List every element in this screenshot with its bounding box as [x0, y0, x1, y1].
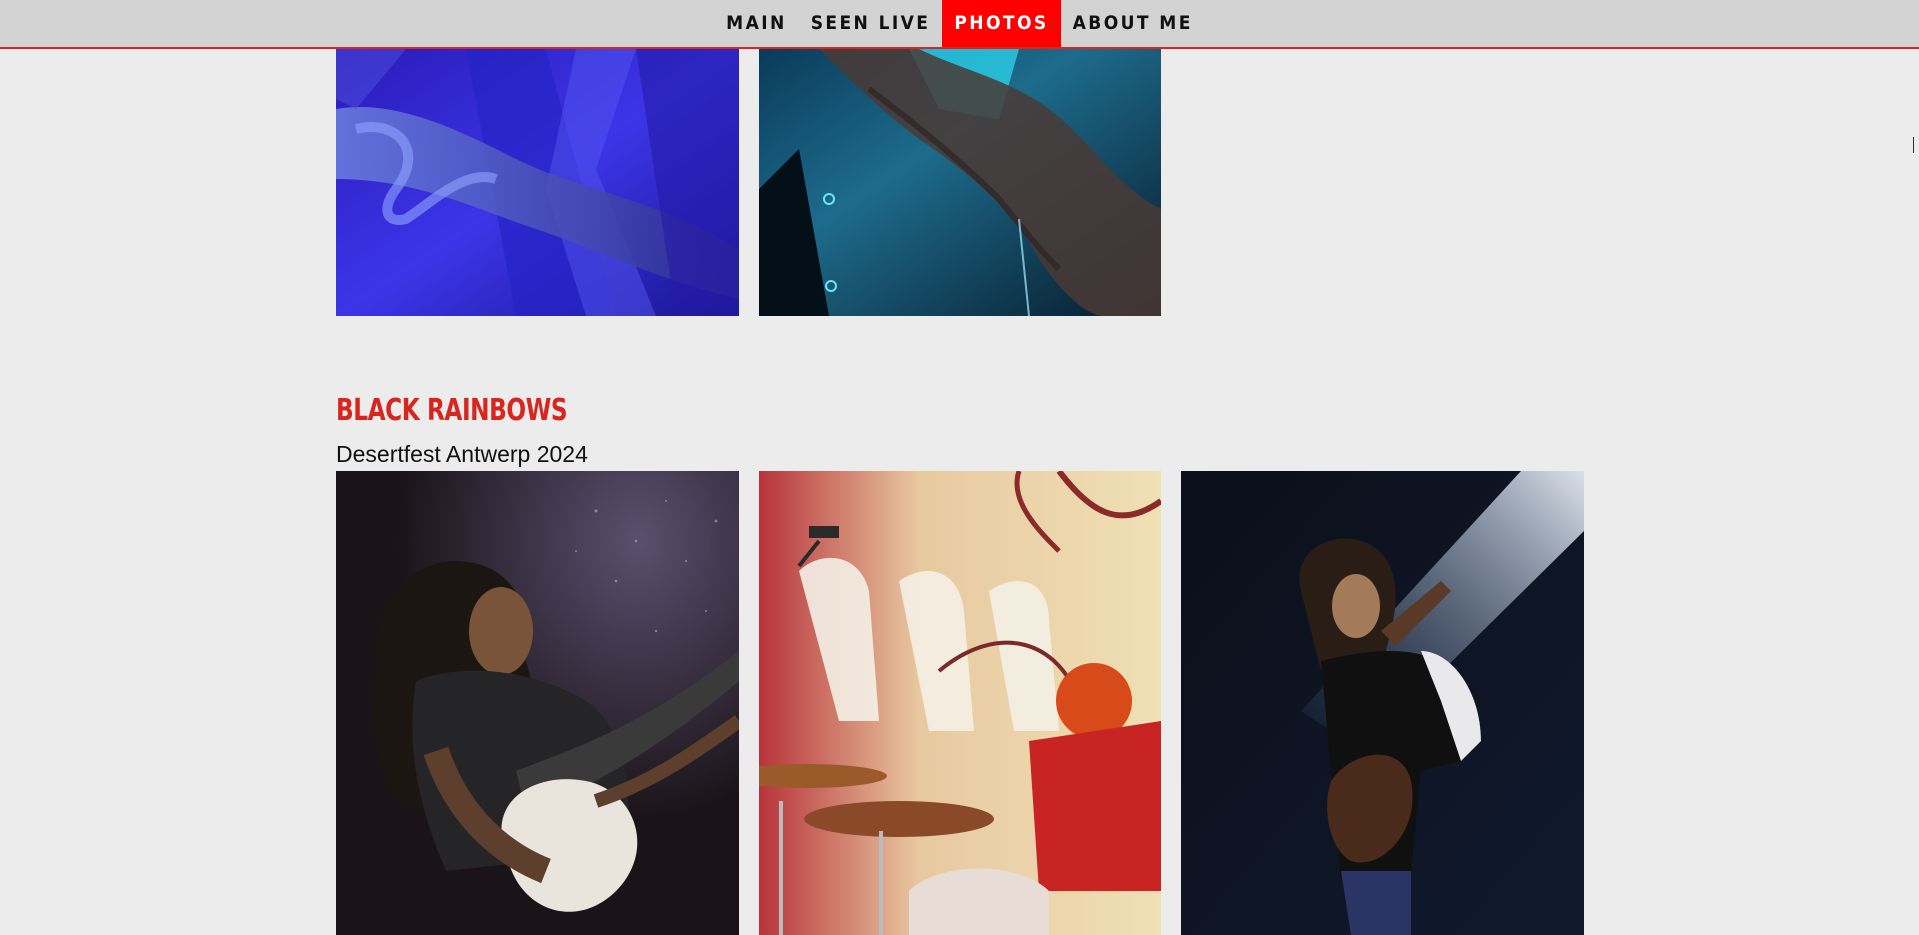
top-nav: MAIN SEEN LIVE PHOTOS ABOUT ME [0, 0, 1919, 49]
band-photo-guitarist[interactable] [1181, 471, 1584, 935]
band-photo-drummer[interactable] [759, 471, 1161, 935]
band-photo-bassist[interactable] [336, 471, 739, 935]
nav-about-me[interactable]: ABOUT ME [1061, 0, 1205, 47]
photo-cyan-arm-image [759, 49, 1161, 316]
scrollbar-marker [1913, 137, 1914, 153]
photo-bassist-image [336, 471, 739, 935]
gallery-photo-cyan-arm[interactable] [759, 49, 1161, 316]
nav-main[interactable]: MAIN [714, 0, 799, 47]
photo-drummer-image [759, 471, 1161, 935]
nav-photos[interactable]: PHOTOS [942, 0, 1061, 47]
nav-seen-live[interactable]: SEEN LIVE [799, 0, 943, 47]
gallery-photo-blue-hands[interactable] [336, 49, 739, 316]
event-subtitle: Desertfest Antwerp 2024 [336, 441, 588, 467]
photo-blue-hands-image [336, 49, 739, 316]
photo-guitarist-image [1181, 471, 1584, 935]
band-title: BLACK RAINBOWS [336, 393, 568, 428]
